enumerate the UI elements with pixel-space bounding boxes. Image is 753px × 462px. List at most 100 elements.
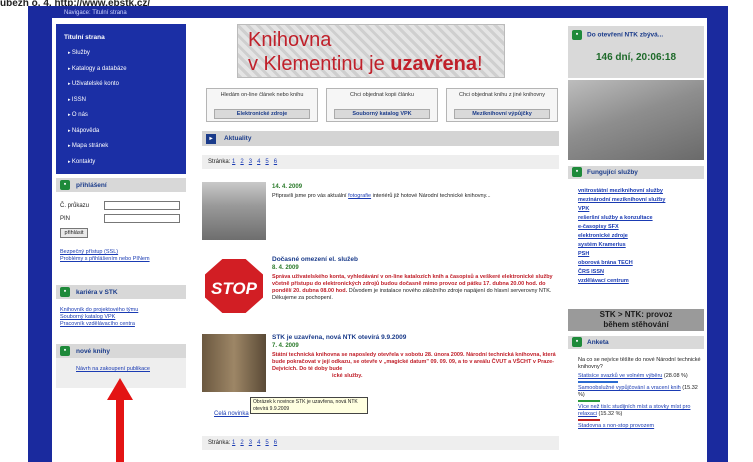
login-heading: ▪ přihlášení [56,178,186,192]
menu-item-napoveda[interactable]: Nápověda [56,124,186,140]
poll-bar [578,400,600,402]
service-link[interactable]: vzdělávací centrum [578,277,704,286]
service-link[interactable]: mezinárodní meziknihovní služby [578,196,704,205]
building-photo [568,80,704,160]
news-title[interactable]: STK je uzavřena, nová NTK otevírá 9.9.20… [272,334,562,341]
purchase-suggestion-link[interactable]: Návrh na zakoupení publikace [76,366,150,372]
news-text: Připravili jsme pro vás aktuální fotogra… [272,193,491,199]
library-door-photo[interactable] [202,334,266,392]
service-link[interactable]: elektronické zdroje [578,232,704,241]
login-button[interactable]: přihlásit [60,228,88,238]
menu-item-konto[interactable]: Uživatelské konto [56,77,186,93]
image-tooltip: Obrázek k novince STK je uzavřena, nová … [250,397,368,414]
service-link[interactable]: rešeršní služby a konzultace [578,214,704,223]
card-number-label: Č. průkazu [60,202,90,209]
books-icon: ▪ [60,346,70,356]
service-link[interactable]: systém Kramerius [578,241,704,250]
news-item-1: 14. 4. 2009 Připravili jsme pro vás aktu… [202,182,562,242]
page-5-link[interactable]: 5 [265,159,268,165]
poll-option: Statisíce svazků ve volném výběru (28.08… [578,373,688,379]
career-heading: ▪ kariéra v STK [56,285,186,299]
banner-line-2: v Klementinu je uzavřena! [248,53,483,75]
interlibrary-loan-button[interactable]: Meziknihovní výpůjčky [454,109,550,119]
login-box: ▪ přihlášení Č. průkazu PIN přihlásit Bez… [56,178,186,263]
functional-services-box: ▪ Fungující služby vnitrostátní mezikniho… [568,166,704,286]
union-catalog-button[interactable]: Souborný katalog VPK [334,109,430,119]
pin-label: PIN [60,215,71,222]
news-item-3: STK je uzavřena, nová NTK otevírá 9.9.20… [202,334,562,404]
countdown-value: 146 dní, 20:06:18 [595,52,677,63]
career-link-3[interactable]: Pracovník vzdělávacího centra [56,321,186,328]
news-text: Správa uživatelského konta, vyhledávání … [272,274,553,301]
menu-item-sluzby[interactable]: Služby [56,46,186,62]
red-arrow-annotation [107,378,133,462]
news-date: 8. 4. 2009 [272,265,299,271]
page-2-link[interactable]: 2 [240,440,243,446]
stop-sign-image[interactable]: STOP [202,256,266,315]
stop-sign-text: STOP [211,279,258,298]
card-number-input[interactable] [104,201,180,210]
ssl-link[interactable]: Bezpečný přístup (SSL) [56,249,186,256]
poll-option: Stadovna s non-stop provozem [578,423,655,429]
page-6-link[interactable]: 6 [274,440,277,446]
career-icon: ▪ [60,287,70,297]
career-link-2[interactable]: Souborný katalog VPK [56,314,186,321]
career-link-1[interactable]: Knihovník do projektového týmu [56,307,186,314]
page-4-link[interactable]: 4 [257,159,260,165]
poll-option: Samoobslužné vypůjčování a vracení knih … [578,385,698,398]
news-heading: ▸ Aktuality [202,131,559,146]
menu-title[interactable]: Titulní strana [56,24,186,46]
service-link[interactable]: VPK [578,205,704,214]
menu-item-kontakty[interactable]: Kontakty [56,155,186,171]
news-date: 7. 4. 2009 [272,343,299,349]
page-6-link[interactable]: 6 [274,159,277,165]
banner-line-1: Knihovna [248,29,332,51]
menu-item-o-nas[interactable]: O nás [56,108,186,124]
service-box-2: Chci objednat kopii článku Souborný kata… [326,88,438,122]
page-3-link[interactable]: 3 [249,440,252,446]
login-problems-link[interactable]: Problémy s přihlášením nebo PINem [56,256,186,263]
service-box-3: Chci objednat knihu z jiné knihovny Mezi… [446,88,558,122]
main-menu: Titulní strana Služby Katalogy a databáz… [56,24,186,174]
e-resources-button[interactable]: Elektronické zdroje [214,109,310,119]
photos-link[interactable]: fotografie [348,193,371,199]
menu-item-mapa[interactable]: Mapa stránek [56,139,186,155]
full-news-link[interactable]: Celá novinka [214,411,249,417]
service-box-1: Hledám on-line článek nebo knihu Elektro… [206,88,318,122]
news-icon: ▸ [206,133,216,144]
breadcrumb: Navigace: Titulní strana [52,8,707,18]
service-link[interactable]: vnitrostátní meziknihovní služby [578,187,704,196]
page-4-link[interactable]: 4 [257,440,260,446]
page-3-link[interactable]: 3 [249,159,252,165]
poll-icon: ▪ [572,337,582,348]
news-item-2: STOP Dočasné omezení el. služeb 8. 4. 20… [202,256,562,326]
page-5-link[interactable]: 5 [265,440,268,446]
pin-input[interactable] [104,214,180,223]
stk-ntk-banner[interactable]: STK > NTK: provoz během stěhování [568,309,704,331]
page-2-link[interactable]: 2 [240,159,243,165]
news-text: Státní technická knihovna se naposledy o… [272,352,556,372]
service-link[interactable]: PSH [578,250,704,259]
countdown-box: ▪ Do otevření NTK zbývá... 146 dní, 20:06… [568,26,704,78]
interior-photo[interactable] [202,182,266,240]
countdown-heading: Do otevření NTK zbývá... [587,31,664,39]
login-icon: ▪ [60,180,70,190]
poll-question: Na co se nejvíce těšíte do nové Národní … [578,357,701,370]
functional-heading: Fungující služby [587,169,638,176]
news-date: 14. 4. 2009 [272,184,303,190]
closed-banner: Knihovna v Klementinu je uzavřena! [237,24,505,78]
pager-bottom: Stránka: 123456 [202,436,559,450]
page-1-link[interactable]: 1 [232,440,235,446]
service-link[interactable]: oborová brána TECH [578,259,704,268]
menu-item-katalogy[interactable]: Katalogy a databáze [56,62,186,78]
career-box: ▪ kariéra v STK Knihovník do projektového… [56,285,186,328]
pager-top: Stránka: 123456 [202,155,559,169]
news-title[interactable]: Dočasné omezení el. služeb [272,256,562,263]
new-books-heading: ▪ nové knihy [56,344,186,358]
clock-icon: ▪ [572,30,582,40]
page-1-link[interactable]: 1 [232,159,235,165]
menu-item-issn[interactable]: ISSN [56,93,186,109]
service-link[interactable]: e-časopisy SFX [578,223,704,232]
service-link[interactable]: ČRS ISSN [578,268,704,277]
poll-bar [578,419,600,421]
